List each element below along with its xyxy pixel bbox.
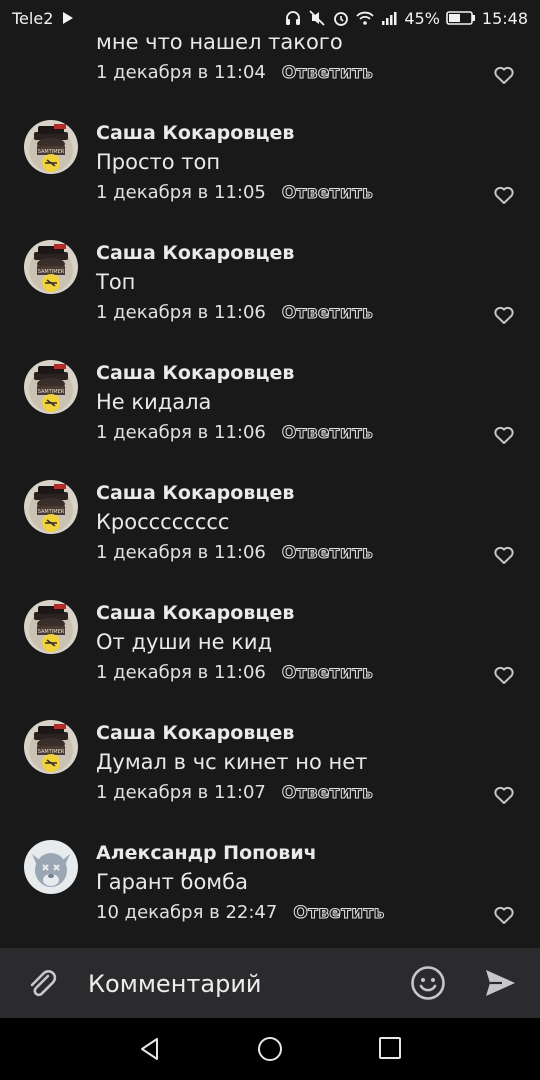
avatar[interactable]: SAMTIMER (24, 600, 78, 654)
heart-outline-icon[interactable] (492, 303, 516, 327)
comment-date: 1 декабря в 11:06 (96, 422, 266, 443)
comment-date: 1 декабря в 11:06 (96, 302, 266, 323)
comment-text: Топ (96, 270, 136, 294)
comment-author[interactable]: Александр Попович (96, 842, 317, 864)
comment-meta: 1 декабря в 11:06 Ответить (96, 302, 373, 323)
system-nav-bar (0, 1018, 540, 1080)
comment-meta: 1 декабря в 11:05 Ответить (96, 182, 373, 203)
comment-item: SAMTIMER Саша Кокаровцев От души не кид … (0, 600, 540, 710)
status-right: 45% 15:48 (284, 9, 528, 28)
alarm-icon (332, 9, 350, 27)
deactivated-dog-icon[interactable] (24, 840, 78, 894)
heart-outline-icon[interactable] (492, 783, 516, 807)
avatar[interactable]: SAMTIMER (24, 240, 78, 294)
battery-percent: 45% (404, 8, 440, 28)
comment-text: Просто топ (96, 150, 221, 174)
comment-composer (0, 948, 540, 1018)
comment-text: От души не кид (96, 630, 273, 654)
comment-meta: 1 декабря в 11:04 Ответить (96, 62, 373, 83)
reply-button[interactable]: Ответить (281, 302, 373, 323)
heart-outline-icon[interactable] (492, 903, 516, 927)
reply-button[interactable]: Ответить (281, 182, 373, 203)
back-icon[interactable] (137, 1036, 163, 1062)
carrier-label: Tele2 (12, 8, 54, 28)
comment-author[interactable]: Саша Кокаровцев (96, 602, 294, 624)
comment-item: SAMTIMER Саша Кокаровцев Думал в чс кине… (0, 720, 540, 830)
comment-meta: 1 декабря в 11:06 Ответить (96, 542, 373, 563)
comment-text: Кросссссссс (96, 510, 230, 534)
headphones-icon (284, 9, 302, 27)
reply-button[interactable]: Ответить (281, 542, 373, 563)
status-bar: Tele2 45% 15:48 (0, 0, 540, 36)
reply-button[interactable]: Ответить (281, 662, 373, 683)
reply-button[interactable]: Ответить (281, 422, 373, 443)
reply-button[interactable]: Ответить (281, 62, 373, 83)
comment-item: Александр Попович Гарант бомба 10 декабр… (0, 840, 540, 948)
heart-outline-icon[interactable] (492, 63, 516, 87)
comment-meta: 1 декабря в 11:06 Ответить (96, 662, 373, 683)
comment-input[interactable] (86, 962, 390, 1006)
avatar[interactable]: SAMTIMER (24, 720, 78, 774)
smiley-icon[interactable] (410, 965, 446, 1001)
comment-meta: 1 декабря в 11:06 Ответить (96, 422, 373, 443)
avatar[interactable]: SAMTIMER (24, 480, 78, 534)
wifi-icon (356, 9, 374, 27)
avatar[interactable]: SAMTIMER (24, 360, 78, 414)
comment-text: Гарант бомба (96, 870, 248, 894)
status-left: Tele2 (12, 9, 77, 28)
heart-outline-icon[interactable] (492, 423, 516, 447)
reply-button[interactable]: Ответить (281, 782, 373, 803)
comment-author[interactable]: Саша Кокаровцев (96, 362, 294, 384)
heart-outline-icon[interactable] (492, 183, 516, 207)
battery-icon (446, 9, 476, 27)
recent-apps-icon[interactable] (378, 1036, 402, 1060)
comment-date: 1 декабря в 11:04 (96, 62, 266, 83)
comment-item: SAMTIMER Саша Кокаровцев Топ 1 декабря в… (0, 240, 540, 350)
comment-meta: 10 декабря в 22:47 Ответить (96, 902, 385, 923)
comment-text: Думал в чс кинет но нет (96, 750, 368, 774)
comment-text: Не кидала (96, 390, 212, 414)
comment-item-partial: мне что нашел такого 1 декабря в 11:04 О… (0, 36, 540, 110)
heart-outline-icon[interactable] (492, 663, 516, 687)
comment-text: мне что нашел такого (96, 36, 343, 54)
avatar[interactable]: SAMTIMER (24, 120, 78, 174)
reply-button[interactable]: Ответить (293, 902, 385, 923)
carrier-play-icon (59, 9, 77, 27)
comment-meta: 1 декабря в 11:07 Ответить (96, 782, 373, 803)
mute-icon (308, 9, 326, 27)
comments-list[interactable]: мне что нашел такого 1 декабря в 11:04 О… (0, 36, 540, 948)
comment-date: 1 декабря в 11:05 (96, 182, 266, 203)
send-icon[interactable] (482, 965, 518, 1001)
signal-icon (380, 9, 398, 27)
comment-item: SAMTIMER Саша Кокаровцев Не кидала 1 дек… (0, 360, 540, 470)
comment-date: 1 декабря в 11:06 (96, 542, 266, 563)
comment-author[interactable]: Саша Кокаровцев (96, 122, 294, 144)
comment-author[interactable]: Саша Кокаровцев (96, 482, 294, 504)
heart-outline-icon[interactable] (492, 543, 516, 567)
comment-author[interactable]: Саша Кокаровцев (96, 722, 294, 744)
home-icon[interactable] (257, 1036, 283, 1062)
comment-date: 10 декабря в 22:47 (96, 902, 278, 923)
comment-date: 1 декабря в 11:06 (96, 662, 266, 683)
comment-item: SAMTIMER Саша Кокаровцев Просто топ 1 де… (0, 120, 540, 230)
comment-item: SAMTIMER Саша Кокаровцев Кросссссссс 1 д… (0, 480, 540, 590)
comment-author[interactable]: Саша Кокаровцев (96, 242, 294, 264)
clock: 15:48 (481, 8, 528, 28)
comment-date: 1 декабря в 11:07 (96, 782, 266, 803)
paperclip-icon[interactable] (24, 965, 60, 1001)
